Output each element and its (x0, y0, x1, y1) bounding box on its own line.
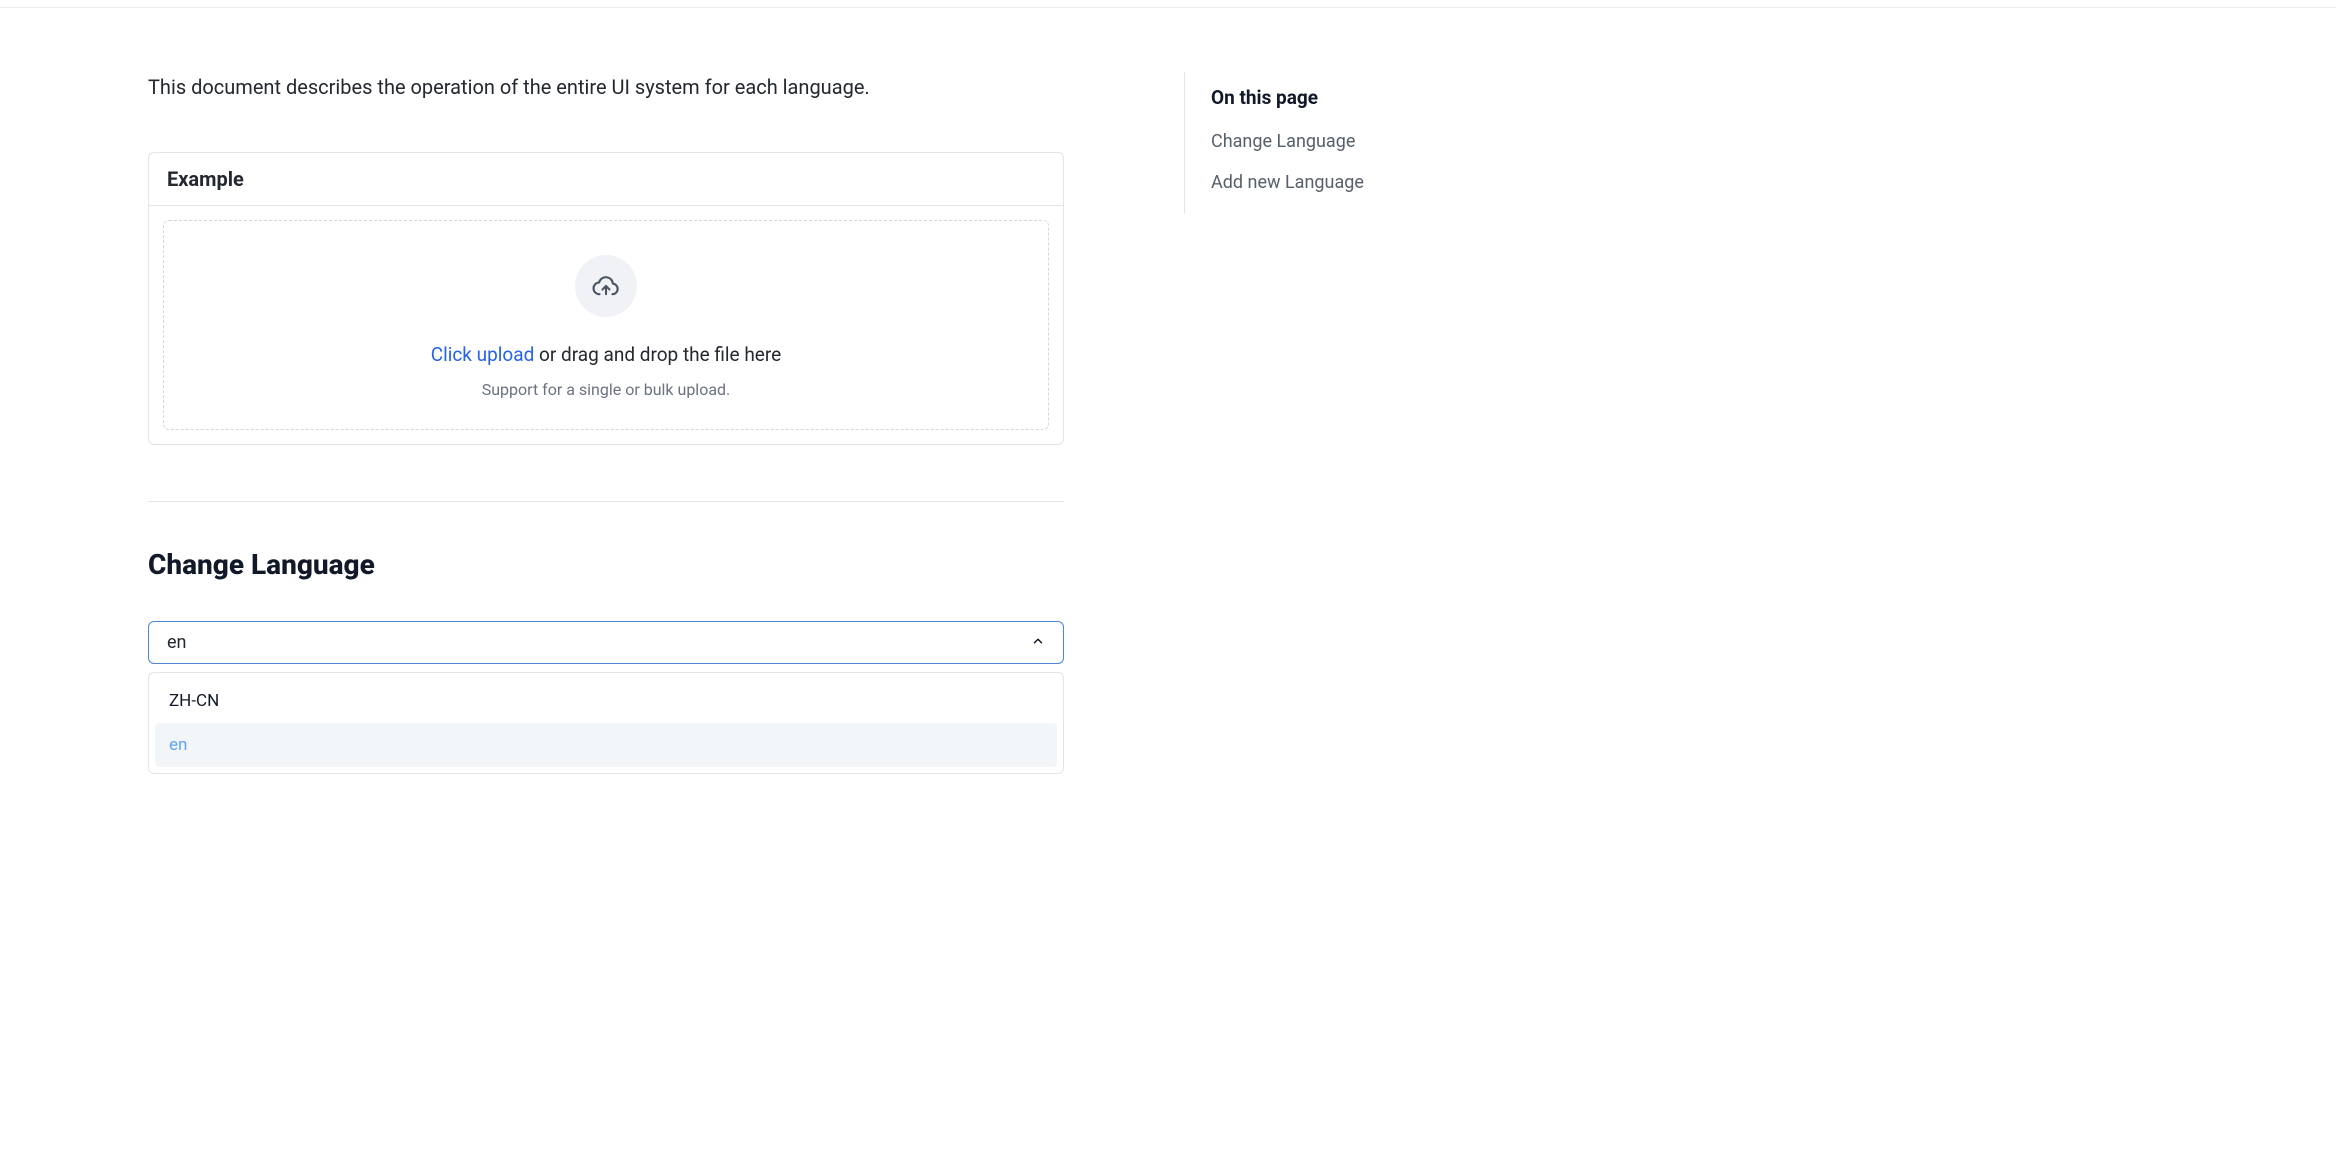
section-divider (148, 501, 1064, 502)
language-dropdown: ZH-CN en (148, 672, 1064, 774)
example-header: Example (149, 153, 1063, 206)
upload-cloud-icon (575, 255, 637, 317)
upload-support-text: Support for a single or bulk upload. (482, 380, 731, 399)
toc-title: On this page (1211, 86, 1364, 109)
language-option-zh-cn[interactable]: ZH-CN (155, 679, 1057, 723)
toc-sidebar: On this page Change Language Add new Lan… (1184, 72, 1364, 213)
example-body: Click upload or drag and drop the file h… (149, 206, 1063, 444)
language-select-wrapper: en ZH-CN en (148, 621, 1064, 774)
change-language-heading: Change Language (148, 548, 1064, 581)
top-separator (0, 0, 2336, 8)
language-option-en[interactable]: en (155, 723, 1057, 767)
example-panel: Example Click upload or drag and drop th… (148, 152, 1064, 445)
upload-click-link[interactable]: Click upload (431, 343, 535, 366)
upload-dropzone[interactable]: Click upload or drag and drop the file h… (163, 220, 1049, 430)
toc-link-add-new-language[interactable]: Add new Language (1211, 172, 1364, 193)
language-select-value: en (167, 632, 187, 653)
upload-instruction: Click upload or drag and drop the file h… (431, 343, 781, 366)
toc-link-change-language[interactable]: Change Language (1211, 131, 1364, 152)
intro-text: This document describes the operation of… (148, 72, 1064, 102)
page-container: This document describes the operation of… (0, 12, 2336, 774)
chevron-up-icon (1031, 634, 1045, 652)
upload-rest-text: or drag and drop the file here (534, 343, 781, 366)
main-content: This document describes the operation of… (148, 72, 1064, 774)
language-select[interactable]: en (148, 621, 1064, 664)
